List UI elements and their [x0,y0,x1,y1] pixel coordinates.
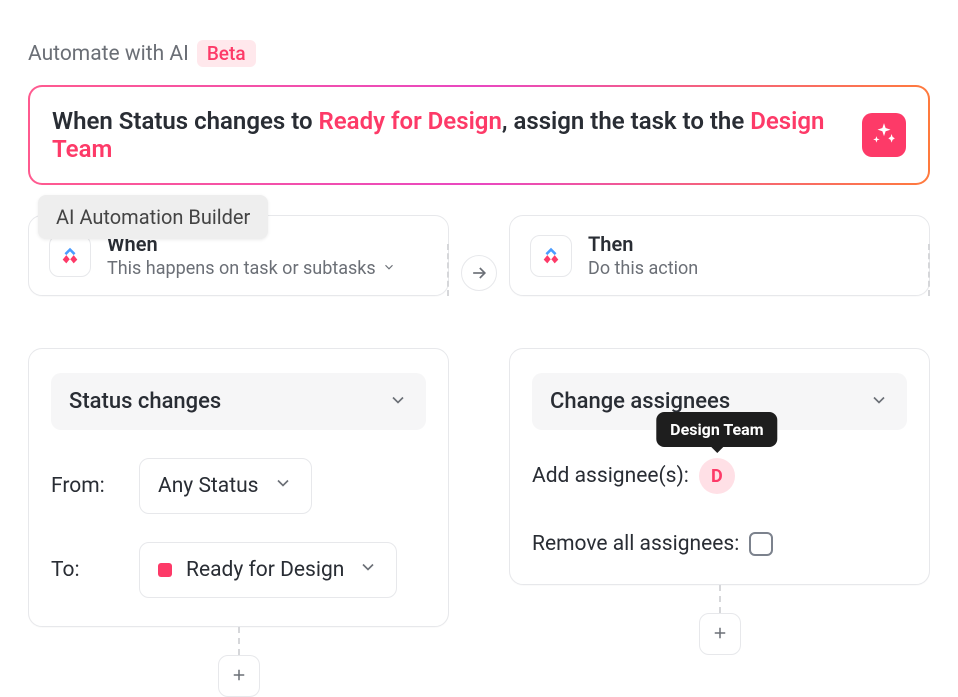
action-type-label: Change assignees [550,389,730,414]
from-status-select[interactable]: Any Status [139,458,312,514]
to-status-select[interactable]: Ready for Design [139,542,397,598]
prompt-prefix: When Status changes to [52,107,319,135]
connector-line [238,627,240,655]
then-config-card: Change assignees Add assignee(s): D Desi… [509,348,930,585]
assignee-tooltip: Design Team [656,412,777,447]
section-header: Automate with AI Beta [28,40,930,67]
ai-prompt-box: When Status changes to Ready for Design,… [28,85,930,185]
add-action-button[interactable] [699,613,741,655]
then-subtitle: Do this action [588,258,698,279]
then-header-card[interactable]: Then Do this action [509,215,930,296]
to-label: To: [51,558,123,582]
connector-line [719,585,721,613]
then-title: Then [588,232,698,256]
sparkle-icon [871,121,897,150]
chevron-down-icon [382,258,396,279]
from-status-value: Any Status [158,474,259,498]
trigger-type-select[interactable]: Status changes [51,373,426,430]
add-trigger-button[interactable] [218,655,260,697]
trigger-type-label: Status changes [69,389,221,414]
plus-icon [711,624,729,645]
connector-line [447,244,449,296]
clickup-logo-icon [49,235,91,277]
assignee-chip[interactable]: D Design Team [699,458,735,494]
status-color-swatch [158,563,172,577]
assignee-initial: D [711,466,723,487]
beta-badge: Beta [197,40,256,67]
chevron-down-icon [869,390,889,414]
builder-tag: AI Automation Builder [38,195,268,239]
plus-icon [230,666,248,687]
chevron-down-icon [358,557,378,583]
connector-line [928,244,930,296]
to-status-value: Ready for Design [186,558,344,582]
clickup-logo-icon [530,235,572,277]
from-label: From: [51,474,123,498]
prompt-highlight-status: Ready for Design [319,107,502,135]
remove-assignees-label: Remove all assignees: [532,532,739,556]
header-title: Automate with AI [28,42,189,66]
flow-arrow-icon [461,255,497,291]
prompt-mid: , assign the task to the [502,107,750,135]
ai-prompt-text[interactable]: When Status changes to Ready for Design,… [52,107,862,163]
generate-automation-button[interactable] [862,113,906,157]
chevron-down-icon [388,390,408,414]
when-config-card: Status changes From: Any Status [28,348,449,627]
when-subtitle: This happens on task or subtasks [107,258,376,279]
remove-assignees-checkbox[interactable] [749,532,773,556]
add-assignee-label: Add assignee(s): [532,464,689,488]
chevron-down-icon [273,473,293,499]
